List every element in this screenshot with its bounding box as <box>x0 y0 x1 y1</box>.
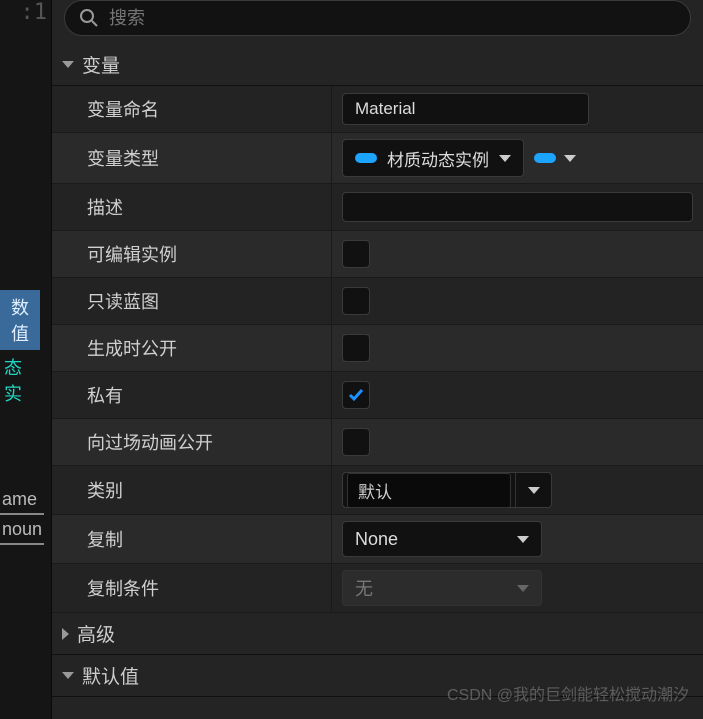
type-color-swatch <box>355 153 377 163</box>
select-variable-type[interactable]: 材质动态实例 <box>342 139 524 177</box>
section-default-value[interactable]: 默认值 <box>52 655 703 697</box>
type-value: 材质动态实例 <box>387 146 489 171</box>
chevron-down-icon <box>499 155 511 162</box>
chevron-down-icon <box>564 155 576 162</box>
label-expose-to-cinematics: 向过场动画公开 <box>52 419 332 465</box>
label-replication-condition: 复制条件 <box>52 564 332 612</box>
label-instance-editable: 可编辑实例 <box>52 231 332 277</box>
label-expose-on-spawn: 生成时公开 <box>52 325 332 371</box>
checkbox-private[interactable] <box>342 381 370 409</box>
checkbox-instance-editable[interactable] <box>342 240 370 268</box>
input-variable-name[interactable] <box>342 93 589 125</box>
label-category: 类别 <box>52 466 332 514</box>
category-value: 默认 <box>347 473 511 508</box>
select-replication[interactable]: None <box>342 521 542 557</box>
section-advanced[interactable]: 高级 <box>52 613 703 655</box>
left-fragment-ame: ame <box>0 485 44 515</box>
chevron-down-icon <box>62 672 74 679</box>
type-color-swatch <box>534 153 556 163</box>
chevron-down-icon <box>528 487 540 494</box>
left-fragment-mour: noun <box>0 515 44 545</box>
container-type-select[interactable] <box>534 153 576 163</box>
label-replication: 复制 <box>52 515 332 563</box>
checkbox-expose-to-cinematics[interactable] <box>342 428 370 456</box>
chevron-down-icon <box>517 536 529 543</box>
select-replication-condition: 无 <box>342 570 542 606</box>
left-tag-1: 数值 <box>0 290 40 350</box>
label-description: 描述 <box>52 184 332 230</box>
details-panel: 变量 变量命名 变量类型 材质动态实例 描述 <box>52 0 703 719</box>
chevron-down-icon <box>62 61 74 68</box>
section-title: 变量 <box>82 51 120 78</box>
search-icon <box>79 8 99 28</box>
checkbox-blueprint-readonly[interactable] <box>342 287 370 315</box>
search-box[interactable] <box>64 0 691 36</box>
chevron-down-icon <box>517 585 529 592</box>
left-panel-strip: :1 数值 态实 ame noun <box>0 0 52 719</box>
search-input[interactable] <box>109 8 676 29</box>
replication-value: None <box>343 529 505 550</box>
label-private: 私有 <box>52 372 332 418</box>
left-tag-2: 态实 <box>0 352 40 408</box>
section-variables[interactable]: 变量 <box>52 44 703 86</box>
replication-condition-value: 无 <box>343 575 505 601</box>
chevron-right-icon <box>62 628 69 640</box>
label-blueprint-readonly: 只读蓝图 <box>52 278 332 324</box>
select-category[interactable]: 默认 <box>342 472 552 508</box>
left-top-fragment: :1 <box>21 0 48 25</box>
section-title: 默认值 <box>82 662 139 689</box>
input-description[interactable] <box>342 192 693 222</box>
label-variable-type: 变量类型 <box>52 133 332 183</box>
label-variable-name: 变量命名 <box>52 86 332 132</box>
section-title: 高级 <box>77 620 115 647</box>
checkbox-expose-on-spawn[interactable] <box>342 334 370 362</box>
